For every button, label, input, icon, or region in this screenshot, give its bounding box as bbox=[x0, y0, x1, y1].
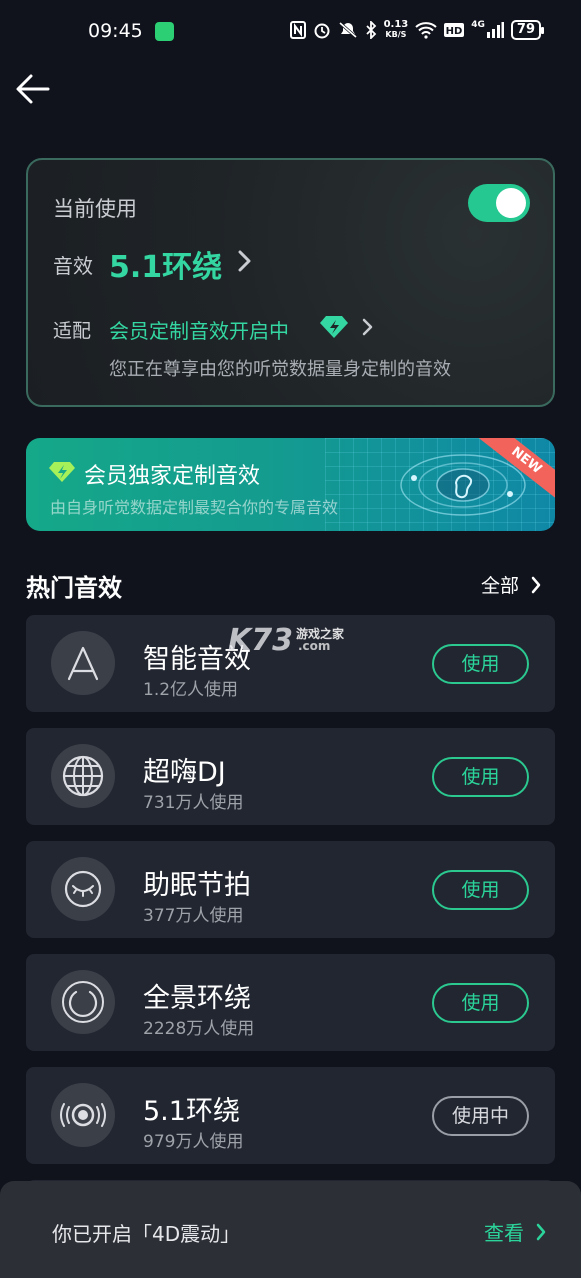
effect-item-sleep[interactable]: 助眠节拍 377万人使用 使用 bbox=[26, 841, 555, 938]
effect-name: 5.1环绕 bbox=[143, 1096, 240, 1127]
effect-name: 全景环绕 bbox=[143, 983, 251, 1014]
alarm-icon bbox=[314, 23, 330, 39]
hd-icon: HD bbox=[444, 23, 465, 37]
speed-unit: KB/S bbox=[385, 30, 407, 39]
effect-name: 超嗨DJ bbox=[143, 757, 226, 788]
current-use-title: 当前使用 bbox=[53, 197, 137, 221]
vip-custom-effect-banner[interactable]: 会员独家定制音效 由自身听觉数据定制最契合你的专属音效 NEW bbox=[26, 438, 555, 531]
effect-toggle[interactable] bbox=[468, 184, 530, 222]
effect-usage-count: 979万人使用 bbox=[143, 1132, 244, 1152]
use-button[interactable]: 使用 bbox=[432, 870, 529, 910]
vip-diamond-icon bbox=[320, 316, 348, 338]
view-vibration-link[interactable]: 查看 bbox=[484, 1217, 546, 1246]
effect-usage-count: 1.2亿人使用 bbox=[143, 680, 239, 700]
status-bar: 09:45 0.13 KB/S HD 4G 79 bbox=[0, 0, 581, 64]
toggle-knob bbox=[496, 188, 526, 218]
sleep-eye-icon bbox=[51, 857, 115, 921]
adapt-label: 适配 bbox=[53, 320, 92, 342]
a-letter-icon bbox=[51, 631, 115, 695]
effect-item-dj[interactable]: 超嗨DJ 731万人使用 使用 bbox=[26, 728, 555, 825]
battery-indicator: 79 bbox=[510, 20, 545, 40]
speaker-icon bbox=[51, 1083, 115, 1147]
chevron-right-icon[interactable] bbox=[233, 248, 255, 274]
vip-diamond-icon bbox=[49, 462, 75, 482]
effect-item-panorama[interactable]: 全景环绕 2228万人使用 使用 bbox=[26, 954, 555, 1051]
svg-text:HD: HD bbox=[446, 26, 463, 37]
bluetooth-icon bbox=[365, 21, 376, 39]
effect-usage-count: 731万人使用 bbox=[143, 793, 244, 813]
panorama-ring-icon bbox=[51, 970, 115, 1034]
current-effect-card: 当前使用 音效 5.1环绕 适配 会员定制音效开启中 您正在尊享由您的听觉数据量… bbox=[26, 158, 555, 407]
nfc-icon bbox=[289, 21, 306, 39]
hot-effects-title: 热门音效 bbox=[26, 574, 122, 602]
effect-list: 智能音效 1.2亿人使用 使用 超嗨DJ 731万人使用 使用 助眠节拍 377… bbox=[26, 615, 555, 1236]
status-icons: 0.13 KB/S HD 4G 79 bbox=[289, 20, 545, 40]
network-type: 4G bbox=[471, 20, 485, 30]
wifi-icon bbox=[415, 22, 437, 39]
effect-name: 助眠节拍 bbox=[143, 870, 251, 901]
mute-icon bbox=[338, 21, 357, 39]
view-all-label: 全部 bbox=[481, 575, 520, 597]
k73-watermark-logo: K73 游戏之家 .com bbox=[228, 623, 358, 659]
watermark-k73: K73 bbox=[228, 623, 293, 658]
effect-item-surround51[interactable]: 5.1环绕 979万人使用 使用中 bbox=[26, 1067, 555, 1164]
effect-usage-count: 377万人使用 bbox=[143, 906, 244, 926]
signal-icon bbox=[486, 22, 504, 38]
adapt-status-link[interactable]: 会员定制音效开启中 bbox=[109, 315, 289, 344]
chevron-right-icon bbox=[536, 1223, 546, 1240]
speed-value: 0.13 bbox=[383, 19, 409, 30]
banner-subtitle: 由自身听觉数据定制最契合你的专属音效 bbox=[50, 498, 339, 517]
use-button[interactable]: 使用 bbox=[432, 644, 529, 684]
status-time: 09:45 bbox=[88, 20, 143, 42]
chevron-right-icon[interactable] bbox=[360, 316, 376, 338]
banner-title: 会员独家定制音效 bbox=[84, 464, 261, 489]
use-button[interactable]: 使用 bbox=[432, 757, 529, 797]
custom-effect-description: 您正在尊享由您的听觉数据量身定制的音效 bbox=[109, 359, 451, 380]
view-all-link[interactable]: 全部 bbox=[481, 571, 541, 598]
chevron-right-icon bbox=[531, 576, 541, 593]
in-use-button[interactable]: 使用中 bbox=[432, 1096, 529, 1136]
effect-usage-count: 2228万人使用 bbox=[143, 1019, 255, 1039]
use-button[interactable]: 使用 bbox=[432, 983, 529, 1023]
vibration-notice-text: 你已开启「4D震动」 bbox=[52, 1222, 241, 1246]
current-effect-value[interactable]: 5.1环绕 bbox=[109, 242, 222, 286]
view-label: 查看 bbox=[484, 1221, 524, 1245]
app-notification-icon bbox=[155, 22, 174, 41]
watermark-domain: .com bbox=[298, 639, 331, 653]
vibration-notice-bar: 你已开启「4D震动」 查看 bbox=[0, 1181, 581, 1278]
globe-icon bbox=[51, 744, 115, 808]
network-speed: 0.13 KB/S bbox=[384, 20, 409, 40]
back-arrow-icon[interactable] bbox=[14, 72, 52, 106]
effect-label: 音效 bbox=[53, 254, 93, 278]
